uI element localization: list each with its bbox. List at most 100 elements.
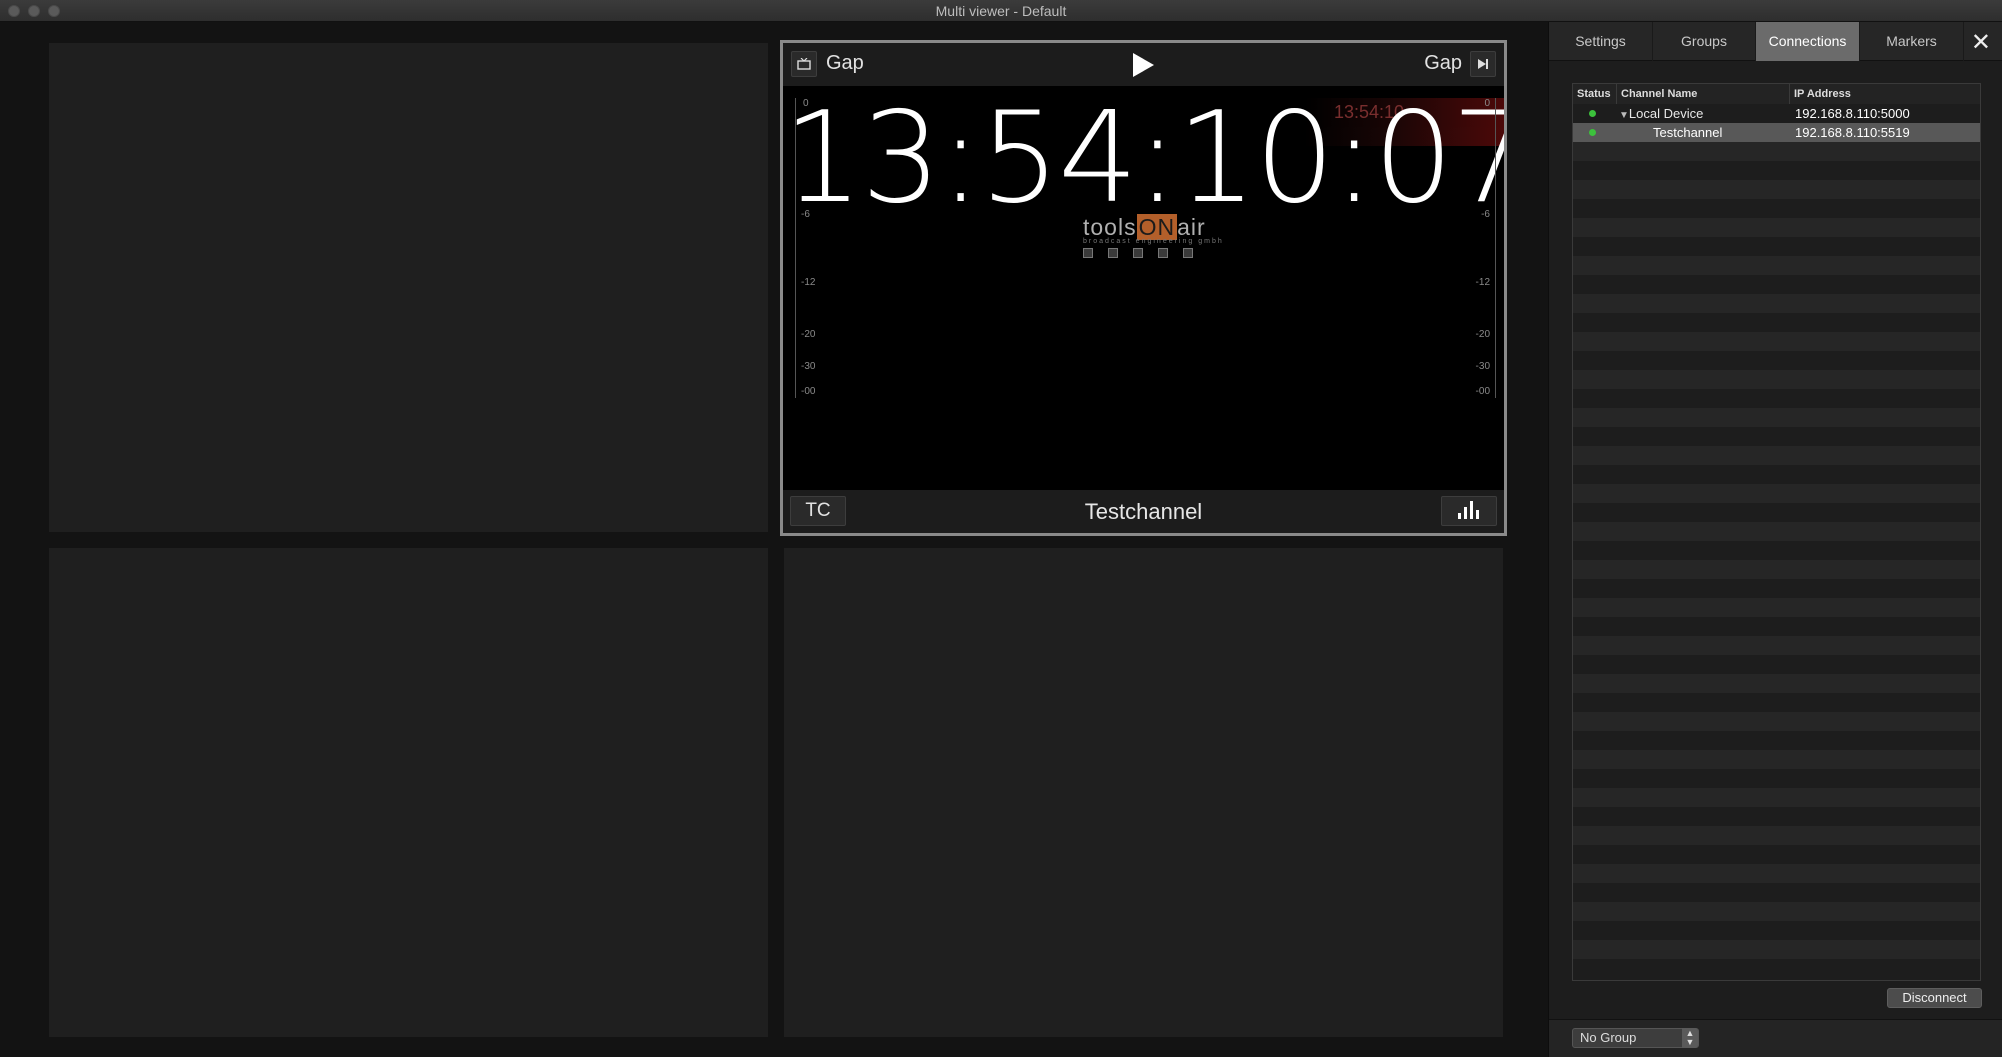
empty-row	[1573, 389, 1980, 408]
stepper-arrows-icon: ▲ ▼	[1682, 1028, 1698, 1048]
empty-row	[1573, 218, 1980, 237]
empty-row	[1573, 408, 1980, 427]
empty-row	[1573, 427, 1980, 446]
tab-groups[interactable]: Groups	[1653, 22, 1756, 61]
tab-connections[interactable]: Connections	[1756, 22, 1860, 61]
side-panel: Settings Groups Connections Markers ✕ St…	[1548, 22, 2002, 1057]
meter-tick: 0	[803, 98, 809, 109]
viewer-tile-3[interactable]	[49, 548, 768, 1037]
empty-row	[1573, 199, 1980, 218]
multi-viewer-area: Gap Gap 13:54:10 13:54:10:07 0 -6 -12 -2…	[0, 22, 1548, 1057]
viewer-tile-4[interactable]	[784, 548, 1503, 1037]
empty-row	[1573, 940, 1980, 959]
video-preview: 13:54:10 13:54:10:07 0 -6 -12 -20 -30 -0…	[783, 86, 1504, 490]
table-row[interactable]: Testchannel 192.168.8.110:5519	[1573, 123, 1980, 142]
empty-row	[1573, 503, 1980, 522]
empty-row	[1573, 484, 1980, 503]
close-icon[interactable]: ✕	[1971, 28, 1991, 57]
empty-row	[1573, 788, 1980, 807]
empty-row	[1573, 598, 1980, 617]
status-indicator	[1589, 110, 1596, 117]
logo-product-icons	[1083, 248, 1193, 258]
empty-row	[1573, 769, 1980, 788]
empty-row	[1573, 617, 1980, 636]
channel-name-label: Testchannel	[1084, 499, 1203, 524]
empty-row	[1573, 332, 1980, 351]
audio-meter-button[interactable]	[1441, 496, 1497, 526]
column-header-channel-name[interactable]: Channel Name	[1617, 84, 1790, 104]
table-row[interactable]: ▼Local Device 192.168.8.110:5000	[1573, 104, 1980, 123]
meter-tick: -6	[1481, 209, 1490, 220]
empty-row	[1573, 522, 1980, 541]
meter-tick: -00	[1475, 386, 1490, 397]
empty-row	[1573, 959, 1980, 978]
app-window: Multi viewer - Default Gap Gap 13:54:10	[0, 0, 2002, 1057]
empty-row	[1573, 674, 1980, 693]
play-icon[interactable]	[1133, 53, 1154, 77]
ip-address-cell: 192.168.8.110:5519	[1795, 125, 1910, 140]
panel-footer: No Group ▲ ▼	[1549, 1019, 2002, 1057]
previous-item-label: Gap	[826, 52, 864, 74]
meter-tick: -12	[801, 277, 816, 288]
disconnect-button[interactable]: Disconnect	[1887, 988, 1982, 1008]
ip-address-cell: 192.168.8.110:5000	[1795, 106, 1910, 121]
connections-table: Status Channel Name IP Address ▼Local De…	[1572, 83, 1981, 981]
empty-row	[1573, 655, 1980, 674]
tile-header: Gap Gap	[783, 43, 1504, 86]
group-select[interactable]: No Group ▲ ▼	[1572, 1028, 1699, 1048]
audio-meter-left: 0 -6 -12 -20 -30 -00	[793, 98, 823, 398]
column-header-ip-address[interactable]: IP Address	[1790, 84, 1980, 104]
tab-settings[interactable]: Settings	[1549, 22, 1653, 61]
empty-row	[1573, 351, 1980, 370]
monitor-icon[interactable]	[791, 51, 817, 77]
table-rows: ▼Local Device 192.168.8.110:5000 Testcha…	[1573, 104, 1980, 978]
timecode-display: 13:54:10:07	[783, 86, 1504, 231]
skip-next-icon[interactable]	[1470, 51, 1496, 77]
meter-tick: -30	[1475, 361, 1490, 372]
empty-row	[1573, 864, 1980, 883]
empty-row	[1573, 845, 1980, 864]
empty-row	[1573, 541, 1980, 560]
tc-button[interactable]: TC	[790, 496, 846, 526]
meter-tick: 0	[1484, 98, 1490, 109]
empty-row	[1573, 693, 1980, 712]
audio-meter-right: 0 -6 -12 -20 -30 -00	[1468, 98, 1498, 398]
meter-tick: -30	[801, 361, 816, 372]
empty-row	[1573, 636, 1980, 655]
status-indicator	[1589, 129, 1596, 136]
meter-tick: -20	[801, 329, 816, 340]
panel-tabs: Settings Groups Connections Markers ✕	[1549, 22, 2002, 61]
empty-row	[1573, 560, 1980, 579]
empty-row	[1573, 712, 1980, 731]
empty-row	[1573, 180, 1980, 199]
empty-row	[1573, 826, 1980, 845]
empty-row	[1573, 731, 1980, 750]
empty-row	[1573, 750, 1980, 769]
tile-footer: TC Testchannel	[783, 490, 1504, 533]
empty-row	[1573, 921, 1980, 940]
empty-row	[1573, 807, 1980, 826]
empty-row	[1573, 294, 1980, 313]
meter-tick: -20	[1475, 329, 1490, 340]
empty-row	[1573, 275, 1980, 294]
channel-name-cell: Testchannel	[1653, 125, 1723, 140]
tools-on-air-logo: toolsONair	[1083, 214, 1206, 240]
empty-row	[1573, 446, 1980, 465]
tab-markers[interactable]: Markers	[1860, 22, 1964, 61]
empty-row	[1573, 161, 1980, 180]
meter-tick: -12	[1475, 277, 1490, 288]
meter-tick: -00	[801, 386, 816, 397]
viewer-tile-1[interactable]	[49, 43, 768, 532]
empty-row	[1573, 370, 1980, 389]
channel-name-cell: ▼Local Device	[1619, 106, 1704, 121]
empty-row	[1573, 237, 1980, 256]
meter-tick: -6	[801, 209, 810, 220]
empty-row	[1573, 256, 1980, 275]
empty-row	[1573, 465, 1980, 484]
empty-row	[1573, 313, 1980, 332]
empty-row	[1573, 902, 1980, 921]
empty-row	[1573, 579, 1980, 598]
column-header-status[interactable]: Status	[1573, 84, 1617, 104]
viewer-tile-2-active[interactable]: Gap Gap 13:54:10 13:54:10:07 0 -6 -12 -2…	[780, 40, 1507, 536]
bar-chart-icon	[1458, 501, 1479, 519]
